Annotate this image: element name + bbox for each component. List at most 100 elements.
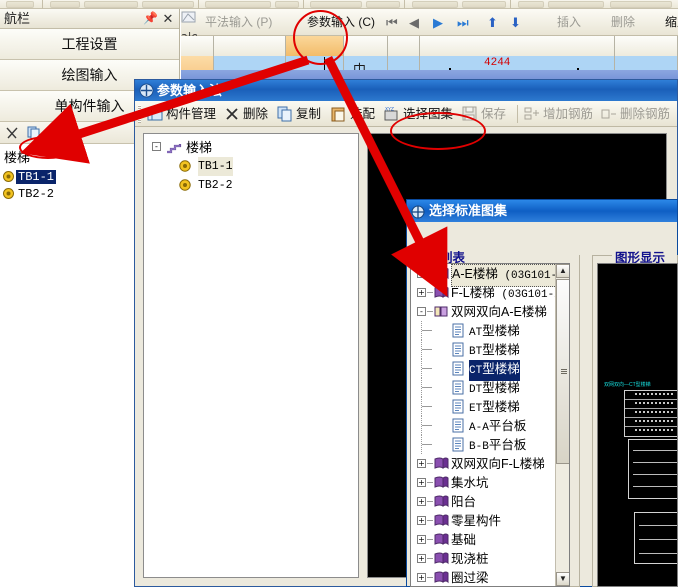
next-record-icon[interactable]: ▶	[433, 15, 443, 31]
scrollbar-thumb[interactable]	[556, 279, 569, 464]
atlas-tree-row[interactable]: B-B平台板	[411, 435, 569, 454]
atlas-tree[interactable]: + A-E楼梯 (03G101-2) + F-L楼梯 (03G101-2) - 双网双向A…	[410, 263, 570, 587]
toolbar-ghost-item[interactable]	[275, 1, 299, 8]
atlas-tree-row[interactable]: + 现浇桩	[411, 549, 569, 568]
annotation-ellipse-param-input	[293, 10, 348, 65]
toolbar-ghost-item[interactable]	[84, 1, 138, 8]
atlas-tree-row[interactable]: DT型楼梯	[411, 378, 569, 397]
nav-button-project-settings[interactable]: 工程设置	[0, 29, 179, 60]
atlas-tree-row[interactable]: + A-E楼梯 (03G101-2)	[411, 264, 569, 287]
toolbar-separator	[42, 0, 43, 9]
dialog-title: 选择标准图集	[429, 203, 508, 218]
toolbar-button-component-manage[interactable]: 构件管理	[166, 105, 216, 123]
scroll-down-icon[interactable]: ▼	[556, 572, 569, 586]
grid-header-cell[interactable]	[181, 36, 214, 56]
toolbar-ghost-item[interactable]	[205, 1, 271, 8]
grid-header-row	[181, 36, 678, 56]
param-input-tree[interactable]: - 楼梯 TB1-1 TB2-2	[143, 133, 359, 578]
param-tree-root[interactable]: - 楼梯	[148, 138, 358, 157]
grid-header-cell[interactable]	[420, 36, 615, 56]
toolbar-ghost-item[interactable]	[310, 1, 362, 8]
expand-expander-icon[interactable]: +	[417, 516, 426, 525]
toolbar-ghost-item[interactable]	[610, 1, 672, 8]
toolbar-ghost-item[interactable]	[366, 1, 400, 8]
toolbar-item-scale[interactable]: 缩尺配	[665, 13, 678, 32]
toolbar-button-copy[interactable]: 复制	[296, 105, 321, 123]
atlas-tree-row[interactable]: + 双网双向F-L楼梯	[411, 454, 569, 473]
expand-expander-icon[interactable]: +	[417, 478, 426, 487]
toolbar-button-remove-rebar[interactable]: 删除钢筋	[620, 105, 670, 123]
toolbar-ghost-item[interactable]	[462, 1, 506, 8]
param-tree-item-label: TB2-2	[198, 179, 233, 192]
page-icon	[451, 380, 467, 395]
atlas-tree-row[interactable]: + 集水坑	[411, 473, 569, 492]
toolbar-drag-handle[interactable]	[138, 105, 141, 123]
toolbar-ghost-item[interactable]	[412, 1, 458, 8]
toolbar-ghost-item[interactable]	[518, 1, 544, 8]
annotation-ellipse-tb1-1	[19, 136, 77, 159]
atlas-tree-row[interactable]: + F-L楼梯 (03G101-2)	[411, 283, 569, 302]
expand-expander-icon[interactable]: +	[417, 459, 426, 468]
component-tree-background: 楼梯 TB1-1 TB2-2	[0, 144, 135, 587]
book-icon	[433, 285, 449, 300]
toolbar-ghost-item[interactable]	[548, 1, 604, 8]
param-tree-item-tb2-2[interactable]: TB2-2	[148, 176, 358, 195]
expand-expander-icon[interactable]: +	[417, 269, 426, 278]
grid-header-cell[interactable]	[214, 36, 286, 56]
atlas-tree-row[interactable]: + 基础	[411, 530, 569, 549]
atlas-graphic-preview[interactable]: 双网双向—CT型楼梯	[597, 263, 678, 587]
last-record-icon[interactable]: ⏭	[457, 15, 469, 31]
grid-header-cell[interactable]	[344, 36, 388, 56]
toolbar-item-flat-input[interactable]: 平法输入 (P)	[205, 13, 272, 32]
collapse-expander-icon[interactable]: -	[152, 142, 161, 151]
tree-connector	[422, 444, 432, 445]
preview-detail-box	[634, 512, 677, 564]
toolbar-button-add-rebar[interactable]: 增加钢筋	[543, 105, 593, 123]
atlas-graphic-preview-title: 双网双向—CT型楼梯	[604, 382, 651, 388]
cut-icon[interactable]	[4, 125, 20, 141]
param-tree-item-tb1-1[interactable]: TB1-1	[148, 157, 358, 176]
dialog-titlebar[interactable]: 选择标准图集	[407, 200, 677, 222]
atlas-tree-row[interactable]: AT型楼梯	[411, 321, 569, 340]
atlas-tree-row[interactable]: A-A平台板	[411, 416, 569, 435]
gear-icon	[178, 178, 193, 192]
atlas-tree-row[interactable]: + 零星构件	[411, 511, 569, 530]
first-record-icon[interactable]: ⏮	[386, 15, 398, 31]
toolbar-item-insert[interactable]: 插入	[557, 13, 581, 32]
atlas-tree-row[interactable]: BT型楼梯	[411, 340, 569, 359]
atlas-tree-row-label: 集水坑	[451, 476, 489, 490]
atlas-tree-row[interactable]: CT型楼梯	[411, 359, 569, 381]
atlas-tree-row[interactable]: ET型楼梯	[411, 397, 569, 416]
expand-expander-icon[interactable]: +	[417, 573, 426, 582]
expand-expander-icon[interactable]: +	[417, 554, 426, 563]
toolbar-button-match[interactable]: 选配	[350, 105, 375, 123]
atlas-tree-row[interactable]: + 圈过梁	[411, 568, 569, 586]
collapse-expander-icon[interactable]: -	[417, 307, 426, 316]
component-tree-item-tb2-2[interactable]: TB2-2	[2, 185, 134, 202]
atlas-tree-row[interactable]: - 双网双向A-E楼梯	[411, 302, 569, 321]
toolbar-item-delete[interactable]: 删除	[611, 13, 635, 32]
atlas-tree-scrollbar[interactable]: ▲ ▼	[555, 264, 569, 586]
prev-record-icon[interactable]: ◀	[409, 15, 419, 31]
expand-expander-icon[interactable]: +	[417, 288, 426, 297]
grid-header-cell[interactable]	[615, 36, 678, 56]
gear-icon	[2, 187, 15, 200]
paste-icon	[331, 106, 347, 122]
expand-expander-icon[interactable]: +	[417, 535, 426, 544]
toolbar-button-save[interactable]: 保存	[481, 105, 506, 123]
pin-icon[interactable]: 📌	[143, 11, 158, 26]
toolbar-ghost-item[interactable]	[142, 1, 194, 8]
atlas-tree-row[interactable]: + 阳台	[411, 492, 569, 511]
expand-expander-icon[interactable]: +	[417, 497, 426, 506]
window-param-input-titlebar[interactable]: 参数输入法	[135, 80, 677, 101]
toolbar-ghost-item[interactable]	[6, 1, 34, 8]
toolbar-ghost-item[interactable]	[50, 1, 80, 8]
close-icon[interactable]: ✕	[161, 11, 175, 26]
move-down-icon[interactable]: ⬇	[510, 15, 521, 31]
toolbar-button-delete[interactable]: 删除	[243, 105, 268, 123]
move-up-icon[interactable]: ⬆	[487, 15, 498, 31]
groupbox-border	[592, 255, 612, 256]
grid-header-cell[interactable]	[388, 36, 420, 56]
component-tree-item-tb1-1[interactable]: TB1-1	[2, 168, 134, 185]
scroll-up-icon[interactable]: ▲	[556, 264, 569, 278]
